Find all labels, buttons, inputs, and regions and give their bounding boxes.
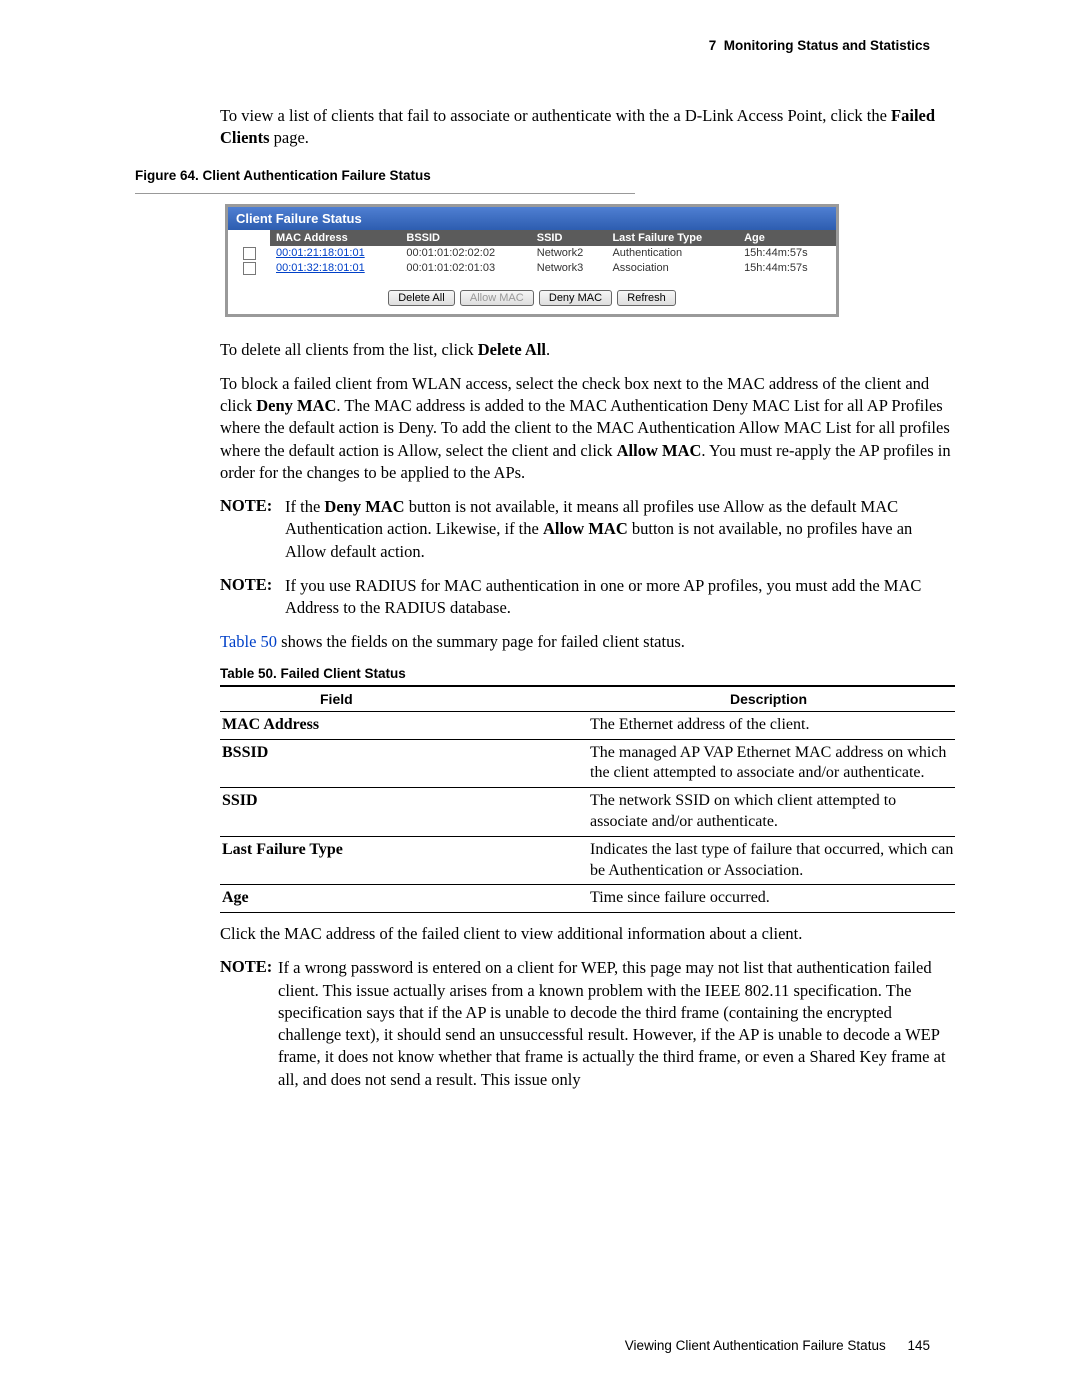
cell-ssid: Network3 [531, 261, 607, 276]
mac-link[interactable]: 00:01:32:18:01:01 [276, 262, 365, 274]
field-desc: Indicates the last type of failure that … [590, 836, 955, 885]
col-age: Age [738, 230, 836, 246]
para-click-mac: Click the MAC address of the failed clie… [220, 923, 955, 945]
delete-all-button[interactable]: Delete All [388, 290, 454, 306]
field-desc: The Ethernet address of the client. [590, 711, 955, 739]
allow-mac-button[interactable]: Allow MAC [460, 290, 534, 306]
note-deny-mac: NOTE: If the Deny MAC button is not avai… [220, 496, 955, 563]
cell-bssid: 00:01:01:02:02:02 [400, 246, 530, 261]
note-label: NOTE: [220, 957, 278, 1091]
panel-title: Client Failure Status [228, 207, 836, 230]
table-row: BSSID The managed AP VAP Ethernet MAC ad… [220, 739, 955, 788]
mac-link[interactable]: 00:01:21:18:01:01 [276, 247, 365, 259]
col-mac: MAC Address [270, 230, 400, 246]
refresh-button[interactable]: Refresh [617, 290, 676, 306]
figure-rule [135, 193, 635, 194]
table-row: 00:01:32:18:01:01 00:01:01:02:01:03 Netw… [228, 261, 836, 276]
col-description: Description [590, 686, 955, 712]
table-link[interactable]: Table 50 [220, 632, 277, 651]
note-body: If you use RADIUS for MAC authentication… [285, 575, 955, 620]
chapter-title: Monitoring Status and Statistics [724, 38, 930, 53]
field-desc: The network SSID on which client attempt… [590, 788, 955, 837]
chapter-number: 7 [709, 38, 717, 53]
cell-bssid: 00:01:01:02:01:03 [400, 261, 530, 276]
para-delete-all: To delete all clients from the list, cli… [220, 339, 955, 361]
table-row: MAC Address The Ethernet address of the … [220, 711, 955, 739]
cell-ssid: Network2 [531, 246, 607, 261]
footer-page-number: 145 [907, 1338, 930, 1353]
field-desc: The managed AP VAP Ethernet MAC address … [590, 739, 955, 788]
table-header-row: MAC Address BSSID SSID Last Failure Type… [228, 230, 836, 246]
field-name: SSID [220, 788, 590, 837]
table-row: Last Failure Type Indicates the last typ… [220, 836, 955, 885]
col-ssid: SSID [531, 230, 607, 246]
col-bssid: BSSID [400, 230, 530, 246]
intro-paragraph: To view a list of clients that fail to a… [220, 105, 955, 150]
deny-mac-button[interactable]: Deny MAC [539, 290, 612, 306]
fields-table: Field Description MAC Address The Ethern… [220, 685, 955, 913]
field-name: BSSID [220, 739, 590, 788]
row-checkbox[interactable] [243, 247, 256, 260]
col-failtype: Last Failure Type [606, 230, 738, 246]
page-footer: Viewing Client Authentication Failure St… [625, 1338, 930, 1353]
table-row: Age Time since failure occurred. [220, 885, 955, 913]
client-failure-panel: Client Failure Status MAC Address BSSID … [225, 204, 839, 317]
field-name: Last Failure Type [220, 836, 590, 885]
row-checkbox[interactable] [243, 262, 256, 275]
cell-age: 15h:44m:57s [738, 246, 836, 261]
col-field: Field [220, 686, 590, 712]
table-row: 00:01:21:18:01:01 00:01:01:02:02:02 Netw… [228, 246, 836, 261]
note-radius: NOTE: If you use RADIUS for MAC authenti… [220, 575, 955, 620]
client-failure-table: MAC Address BSSID SSID Last Failure Type… [228, 230, 836, 276]
note-label: NOTE: [220, 575, 285, 620]
note-wep: NOTE: If a wrong password is entered on … [220, 957, 955, 1091]
note-label: NOTE: [220, 496, 285, 563]
chapter-heading: 7 Monitoring Status and Statistics [135, 38, 955, 53]
field-desc: Time since failure occurred. [590, 885, 955, 913]
table-caption: Table 50. Failed Client Status [220, 666, 955, 681]
para-table-ref: Table 50 shows the fields on the summary… [220, 631, 955, 653]
field-name: Age [220, 885, 590, 913]
field-name: MAC Address [220, 711, 590, 739]
cell-fail: Association [606, 261, 738, 276]
fields-header-row: Field Description [220, 686, 955, 712]
note-body: If a wrong password is entered on a clie… [278, 957, 955, 1091]
cell-fail: Authentication [606, 246, 738, 261]
para-block-client: To block a failed client from WLAN acces… [220, 373, 955, 484]
table-row: SSID The network SSID on which client at… [220, 788, 955, 837]
figure-caption: Figure 64. Client Authentication Failure… [135, 168, 955, 183]
footer-section: Viewing Client Authentication Failure St… [625, 1338, 886, 1353]
note-body: If the Deny MAC button is not available,… [285, 496, 955, 563]
panel-button-bar: Delete All Allow MAC Deny MAC Refresh [228, 276, 836, 314]
cell-age: 15h:44m:57s [738, 261, 836, 276]
